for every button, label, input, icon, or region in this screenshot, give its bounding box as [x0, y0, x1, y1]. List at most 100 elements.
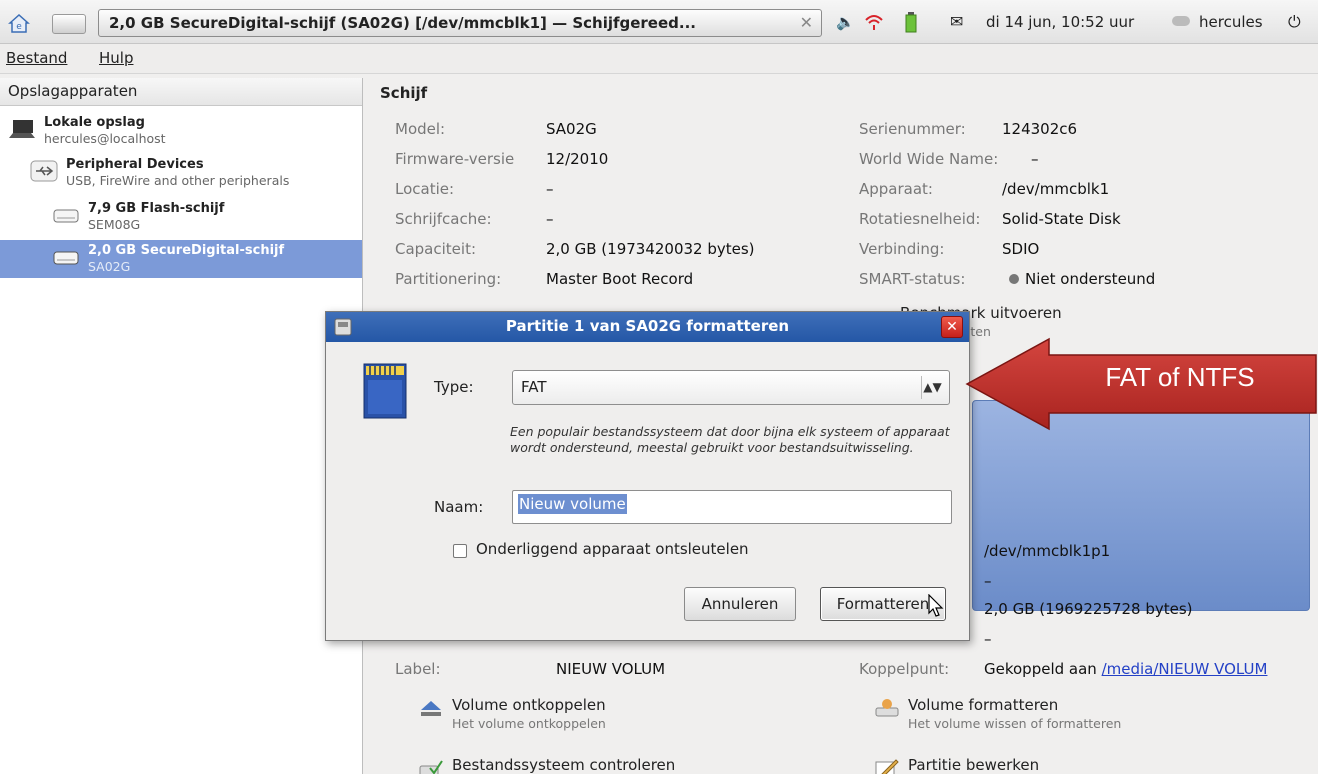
write-cache-value: – — [546, 210, 554, 228]
type-description: Een populair bestandssysteem dat door bi… — [510, 424, 950, 455]
drive-icon — [53, 209, 79, 223]
device-value: /dev/mmcblk1 — [1002, 180, 1110, 198]
sidebar-item-sublabel: hercules@localhost — [44, 131, 166, 146]
dialog-titlebar[interactable]: Partitie 1 van SA02G formatteren ✕ — [326, 312, 969, 342]
user-name[interactable]: hercules — [1199, 13, 1263, 31]
sidebar-item-flash-drive[interactable]: 7,9 GB Flash-schijf SEM08G — [0, 198, 362, 236]
sidebar: Opslagapparaten Lokale opslag hercules@l… — [0, 78, 363, 774]
sidebar-item-label: 7,9 GB Flash-schijf — [88, 201, 225, 216]
volume-icon[interactable]: 🔈 — [836, 13, 855, 31]
sidebar-header: Opslagapparaten — [0, 78, 362, 106]
wwn-label: World Wide Name: — [859, 150, 999, 168]
usb-icon — [30, 160, 58, 182]
edit-label: Partitie bewerken — [908, 756, 1040, 774]
drive-icon — [53, 251, 79, 265]
decrypt-checkbox[interactable] — [453, 544, 467, 558]
device-label: Apparaat: — [859, 180, 933, 198]
decrypt-checkbox-label[interactable]: Onderliggend apparaat ontsleutelen — [476, 540, 749, 558]
sidebar-item-local-storage[interactable]: Lokale opslag hercules@localhost — [0, 112, 362, 150]
format-icon — [875, 699, 899, 717]
sd-card-icon — [363, 363, 407, 419]
capacity-label: Capaciteit: — [395, 240, 477, 258]
status-dot-icon — [1009, 274, 1019, 284]
type-label: Type: — [434, 378, 474, 396]
volume-uuid-value: – — [984, 572, 992, 590]
top-panel: e 2,0 GB SecureDigital-schijf (SA02G) [/… — [0, 0, 1318, 44]
clock[interactable]: di 14 jun, 10:52 uur — [986, 13, 1134, 31]
location-label: Locatie: — [395, 180, 455, 198]
format-sublabel: Het volume wissen of formatteren — [908, 716, 1122, 731]
dialog-title: Partitie 1 van SA02G formatteren — [505, 317, 790, 335]
menu-hulp[interactable]: Hulp — [99, 49, 133, 67]
volume-name-input[interactable]: Nieuw volume — [512, 490, 952, 524]
mount-point-link[interactable]: /media/NIEUW VOLUM — [1102, 660, 1268, 678]
mount-point-value: Gekoppeld aan /media/NIEUW VOLUM — [984, 660, 1267, 678]
volume-graphic[interactable] — [972, 400, 1310, 611]
mouse-cursor-icon — [928, 594, 944, 617]
rotation-label: Rotatiesnelheid: — [859, 210, 981, 228]
sidebar-item-sublabel: SEM08G — [88, 217, 141, 232]
volume-device-value: /dev/mmcblk1p1 — [984, 542, 1111, 560]
format-partition-dialog: Partitie 1 van SA02G formatteren ✕ Type:… — [325, 311, 970, 641]
name-label: Naam: — [434, 498, 484, 516]
rotation-value: Solid-State Disk — [1002, 210, 1121, 228]
mount-prefix: Gekoppeld aan — [984, 660, 1097, 678]
mount-point-label: Koppelpunt: — [859, 660, 950, 678]
partitioning-value: Master Boot Record — [546, 270, 694, 288]
laptop-icon — [9, 120, 35, 138]
check-icon — [419, 760, 443, 774]
annotation-text: FAT of NTFS — [1105, 362, 1255, 392]
unmount-label: Volume ontkoppelen — [452, 696, 606, 714]
mail-icon[interactable]: ✉ — [950, 12, 963, 31]
svg-text:e: e — [16, 22, 22, 32]
close-icon[interactable]: ✕ — [800, 10, 813, 36]
home-icon[interactable]: e — [8, 12, 30, 34]
firmware-label: Firmware-versie — [395, 150, 515, 168]
chat-icon — [1172, 16, 1190, 26]
sidebar-item-peripheral-devices[interactable]: Peripheral Devices USB, FireWire and oth… — [0, 154, 362, 192]
serial-value: 124302c6 — [1002, 120, 1078, 138]
section-title-disk: Schijf — [380, 84, 428, 102]
wwn-value: – — [1031, 150, 1039, 168]
volume-name-value: Nieuw volume — [518, 494, 627, 514]
updown-arrow-icon: ▲▼ — [921, 376, 943, 399]
connection-label: Verbinding: — [859, 240, 945, 258]
model-value: SA02G — [546, 120, 597, 138]
sidebar-item-sublabel: SA02G — [88, 259, 131, 274]
check-filesystem-button[interactable]: Bestandssysteem controleren — [418, 756, 738, 774]
volume-size-value: 2,0 GB (1969225728 bytes) — [984, 600, 1193, 618]
drive-launcher-icon[interactable] — [52, 14, 86, 34]
smart-label: SMART-status: — [859, 270, 966, 288]
model-label: Model: — [395, 120, 446, 138]
wifi-icon[interactable] — [864, 12, 884, 32]
edit-partition-button[interactable]: Partitie bewerken — [874, 756, 1174, 774]
window-menu-icon[interactable] — [334, 318, 352, 336]
edit-icon — [875, 759, 899, 774]
format-volume-button[interactable]: Volume formatteren Het volume wissen of … — [874, 696, 1174, 736]
type-selected-value: FAT — [521, 378, 547, 396]
power-icon[interactable]: ⏻ — [1288, 12, 1301, 32]
location-value: – — [546, 180, 554, 198]
partitioning-label: Partitionering: — [395, 270, 502, 288]
sidebar-item-sublabel: USB, FireWire and other peripherals — [66, 173, 290, 188]
capacity-value: 2,0 GB (1973420032 bytes) — [546, 240, 755, 258]
firmware-value: 12/2010 — [546, 150, 609, 168]
sidebar-item-label: Peripheral Devices — [66, 157, 204, 172]
close-icon[interactable]: ✕ — [941, 316, 963, 338]
format-label: Volume formatteren — [908, 696, 1059, 714]
volume-label-value: NIEUW VOLUM — [556, 660, 666, 678]
menubar: Bestand Hulp — [0, 44, 1318, 74]
battery-icon[interactable] — [905, 11, 917, 33]
filesystem-type-select[interactable]: FAT ▲▼ — [512, 370, 950, 405]
smart-value-text: Niet ondersteund — [1025, 270, 1156, 288]
serial-label: Serienummer: — [859, 120, 966, 138]
write-cache-label: Schrijfcache: — [395, 210, 492, 228]
cancel-button[interactable]: Annuleren — [684, 587, 796, 621]
volume-label-label: Label: — [395, 660, 441, 678]
sidebar-item-sd-card[interactable]: 2,0 GB SecureDigital-schijf SA02G — [0, 240, 362, 278]
unmount-volume-button[interactable]: Volume ontkoppelen Het volume ontkoppele… — [418, 696, 678, 736]
taskbar-window-button[interactable]: 2,0 GB SecureDigital-schijf (SA02G) [/de… — [98, 9, 822, 37]
menu-bestand[interactable]: Bestand — [6, 49, 67, 67]
window-title: 2,0 GB SecureDigital-schijf (SA02G) [/de… — [109, 14, 696, 32]
eject-icon — [421, 701, 441, 716]
